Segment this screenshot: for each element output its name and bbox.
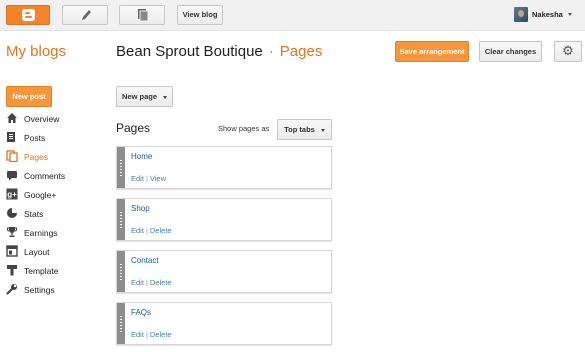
- pencil-icon: [82, 10, 91, 20]
- home-icon: [6, 112, 18, 124]
- new-post-pencil-button[interactable]: [62, 5, 108, 25]
- drag-handle[interactable]: [117, 147, 125, 188]
- sidebar-item-stats[interactable]: Stats: [6, 205, 106, 223]
- sidebar-item-label: Google+: [24, 190, 57, 200]
- delete-link[interactable]: Delete: [150, 278, 172, 287]
- new-page-label: New page: [121, 92, 157, 101]
- settings-button[interactable]: ⚙: [554, 41, 582, 62]
- edit-link[interactable]: Edit: [131, 278, 144, 287]
- sidebar-item-google-plus[interactable]: g+ Google+: [6, 186, 106, 204]
- sidebar-item-label: Stats: [24, 209, 44, 219]
- sidebar-item-overview[interactable]: Overview: [6, 110, 106, 128]
- section-name: Pages: [279, 43, 323, 60]
- new-post-button[interactable]: New post: [6, 86, 52, 107]
- edit-link[interactable]: Edit: [131, 226, 144, 235]
- sidebar-item-label: Template: [24, 266, 59, 276]
- page-card-contact[interactable]: Contact Edit | Delete: [116, 250, 332, 293]
- page-card-home[interactable]: Home Edit | View: [116, 146, 332, 189]
- edit-link[interactable]: Edit: [131, 174, 144, 183]
- drag-handle[interactable]: [117, 303, 125, 344]
- action-separator: |: [145, 226, 148, 235]
- pages-section-title: Pages: [116, 121, 151, 135]
- show-pages-as-label: Show pages as: [218, 124, 270, 133]
- trophy-icon: [6, 226, 18, 238]
- clear-changes-button[interactable]: Clear changes: [479, 41, 542, 62]
- pages-icon: [6, 150, 18, 162]
- drag-handle[interactable]: [117, 251, 125, 292]
- title-separator: ·: [268, 43, 274, 60]
- page-actions: Edit | View: [131, 174, 166, 183]
- copy-icon: [138, 9, 149, 22]
- svg-text:g+: g+: [7, 190, 17, 199]
- my-blogs-link[interactable]: My blogs: [6, 43, 66, 60]
- sidebar-item-label: Comments: [24, 171, 66, 181]
- page-title-link[interactable]: FAQs: [131, 308, 151, 317]
- page-actions: Edit | Delete: [131, 226, 172, 235]
- sidebar-item-label: Pages: [24, 152, 49, 162]
- sidebar-item-comments[interactable]: Comments: [6, 167, 106, 185]
- sidebar-item-settings[interactable]: Settings: [6, 281, 106, 299]
- blogger-icon: [22, 9, 35, 21]
- gear-icon: ⚙: [562, 43, 574, 58]
- chevron-down-icon[interactable]: [568, 13, 572, 16]
- template-icon: [6, 264, 18, 276]
- action-separator: |: [145, 174, 148, 183]
- page-title: Bean Sprout Boutique · Pages: [116, 43, 322, 60]
- sidebar-item-label: Posts: [24, 133, 46, 143]
- page-title-link[interactable]: Contact: [131, 256, 159, 265]
- page-card-faqs[interactable]: FAQs Edit | Delete: [116, 302, 332, 345]
- sidebar-item-label: Settings: [24, 285, 55, 295]
- drag-handle[interactable]: [117, 199, 125, 240]
- layout-icon: [6, 245, 18, 257]
- view-blog-button[interactable]: View blog: [177, 5, 223, 25]
- edit-link[interactable]: Edit: [131, 330, 144, 339]
- blog-title[interactable]: Bean Sprout Boutique: [116, 43, 263, 60]
- save-arrangement-button[interactable]: Save arrangement: [395, 41, 469, 62]
- page-title-link[interactable]: Home: [131, 152, 152, 161]
- blogger-logo-button[interactable]: [6, 5, 50, 25]
- page-actions: Edit | Delete: [131, 330, 172, 339]
- sidebar-item-label: Earnings: [24, 228, 58, 238]
- sidebar-item-posts[interactable]: Posts: [6, 129, 106, 147]
- sidebar-item-template[interactable]: Template: [6, 262, 106, 280]
- page-card-shop[interactable]: Shop Edit | Delete: [116, 198, 332, 241]
- stats-icon: [6, 207, 18, 219]
- delete-link[interactable]: Delete: [150, 330, 172, 339]
- sidebar-item-pages[interactable]: Pages: [6, 148, 106, 166]
- wrench-icon: [6, 283, 18, 295]
- show-pages-as-value: Top tabs: [284, 125, 315, 134]
- action-separator: |: [145, 278, 148, 287]
- comments-icon: [6, 169, 18, 181]
- posts-list-button[interactable]: [119, 5, 165, 25]
- delete-link[interactable]: Delete: [150, 226, 172, 235]
- page-actions: Edit | Delete: [131, 278, 172, 287]
- show-pages-as-select[interactable]: Top tabs: [277, 119, 332, 140]
- page-title-link[interactable]: Shop: [131, 204, 150, 213]
- sidebar-item-label: Layout: [24, 247, 50, 257]
- google-plus-icon: g+: [6, 188, 18, 200]
- action-separator: |: [145, 330, 148, 339]
- chevron-down-icon: [163, 95, 167, 99]
- new-page-button[interactable]: New page: [116, 86, 173, 107]
- user-name[interactable]: Nakesha: [532, 10, 563, 19]
- sidebar-item-earnings[interactable]: Earnings: [6, 224, 106, 242]
- avatar[interactable]: [514, 7, 528, 22]
- sidebar-item-layout[interactable]: Layout: [6, 243, 106, 261]
- posts-icon: [6, 131, 18, 143]
- sidebar-item-label: Overview: [24, 114, 60, 124]
- view-link[interactable]: View: [150, 174, 166, 183]
- top-bar: View blog Nakesha: [0, 0, 585, 31]
- chevron-down-icon: [320, 128, 325, 132]
